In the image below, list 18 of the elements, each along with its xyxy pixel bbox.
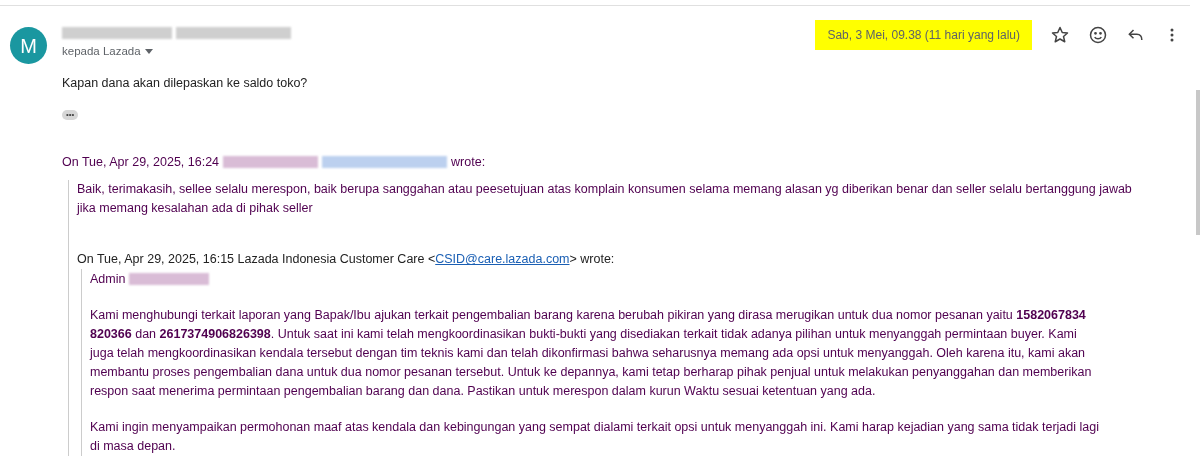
quoted-paragraph: Kami menghubungi terkait laporan yang Bapak/Ibu ajukan terkait pengembalian barang karena berubah pikiran yang dirasa merugikan untuk dua nomor pesanan yaitu 1582067834 820366 dan 2617374906826398. Untuk saat ini kami telah mengkoordinasikan bukti-bukti yang disediakan terkait tidak adanya pilihan untuk menyanggah permintaan buyer. Kami juga telah mengkoordinasikan kendala tersebut dengan tim teknis kami dan telah dikonfirmasi bahwa seharusnya memang ada opsi untuk menyanggah. Oleh karena itu, kami akan membantu proses pengembalian dana untuk dua nomor pesanan tersebut. Untuk ke depannya, kami tetap berharap pihak penjual untuk melakukan penyanggahan dan memberikan respon saat menerima permintaan pengembalian barang dan dana. Pastikan untuk merespon dalam kurun Waktu sesuai ketentuan yang ada. <box>90 306 1093 400</box>
quote-header: wrote: <box>451 153 486 171</box>
quote-header: On Tue, Apr 29, 2025, 16:15 Lazada Indonesia Customer Care <CSID@care.lazada.com> wrote: <box>77 251 616 269</box>
recipient-dropdown[interactable]: kepada Lazada <box>62 43 291 61</box>
message-body: Kapan dana akan dilepaskan ke saldo toko? <box>62 75 309 92</box>
message-date: Sab, 3 Mei, 09.38 (11 hari yang lalu) <box>815 20 1032 50</box>
quoted-paragraph: Baik, terimakasih, sellee selalu merespon, baik berupa sanggahan atau peesetujuan atas komplain konsumen selama memang alasan yg diberikan benar dan seller selalu bertanggung jawab jika memang kesalahan ada di pihak seller <box>77 181 1133 218</box>
quoted-paragraph: Kami ingin menyampaikan permohonan maaf atas kendala dan kebingungan yang sempat dialami terkait opsi untuk menyanggah ini. Kami harap kejadian yang sama tidak terjadi lagi di masa depan. <box>90 418 1100 455</box>
smiley-icon <box>1088 25 1108 45</box>
quote-header: On Tue, Apr 29, 2025, 16:24 <box>62 153 220 171</box>
email-link[interactable]: CSID@care.lazada.com <box>435 252 570 267</box>
greeting: Admin <box>90 271 126 288</box>
avatar: M <box>10 27 47 64</box>
show-trimmed-button[interactable]: ••• <box>62 109 79 120</box>
emoji-button[interactable] <box>1088 25 1108 45</box>
star-icon <box>1050 25 1070 45</box>
star-button[interactable] <box>1050 25 1070 45</box>
caret-icon <box>144 49 153 55</box>
